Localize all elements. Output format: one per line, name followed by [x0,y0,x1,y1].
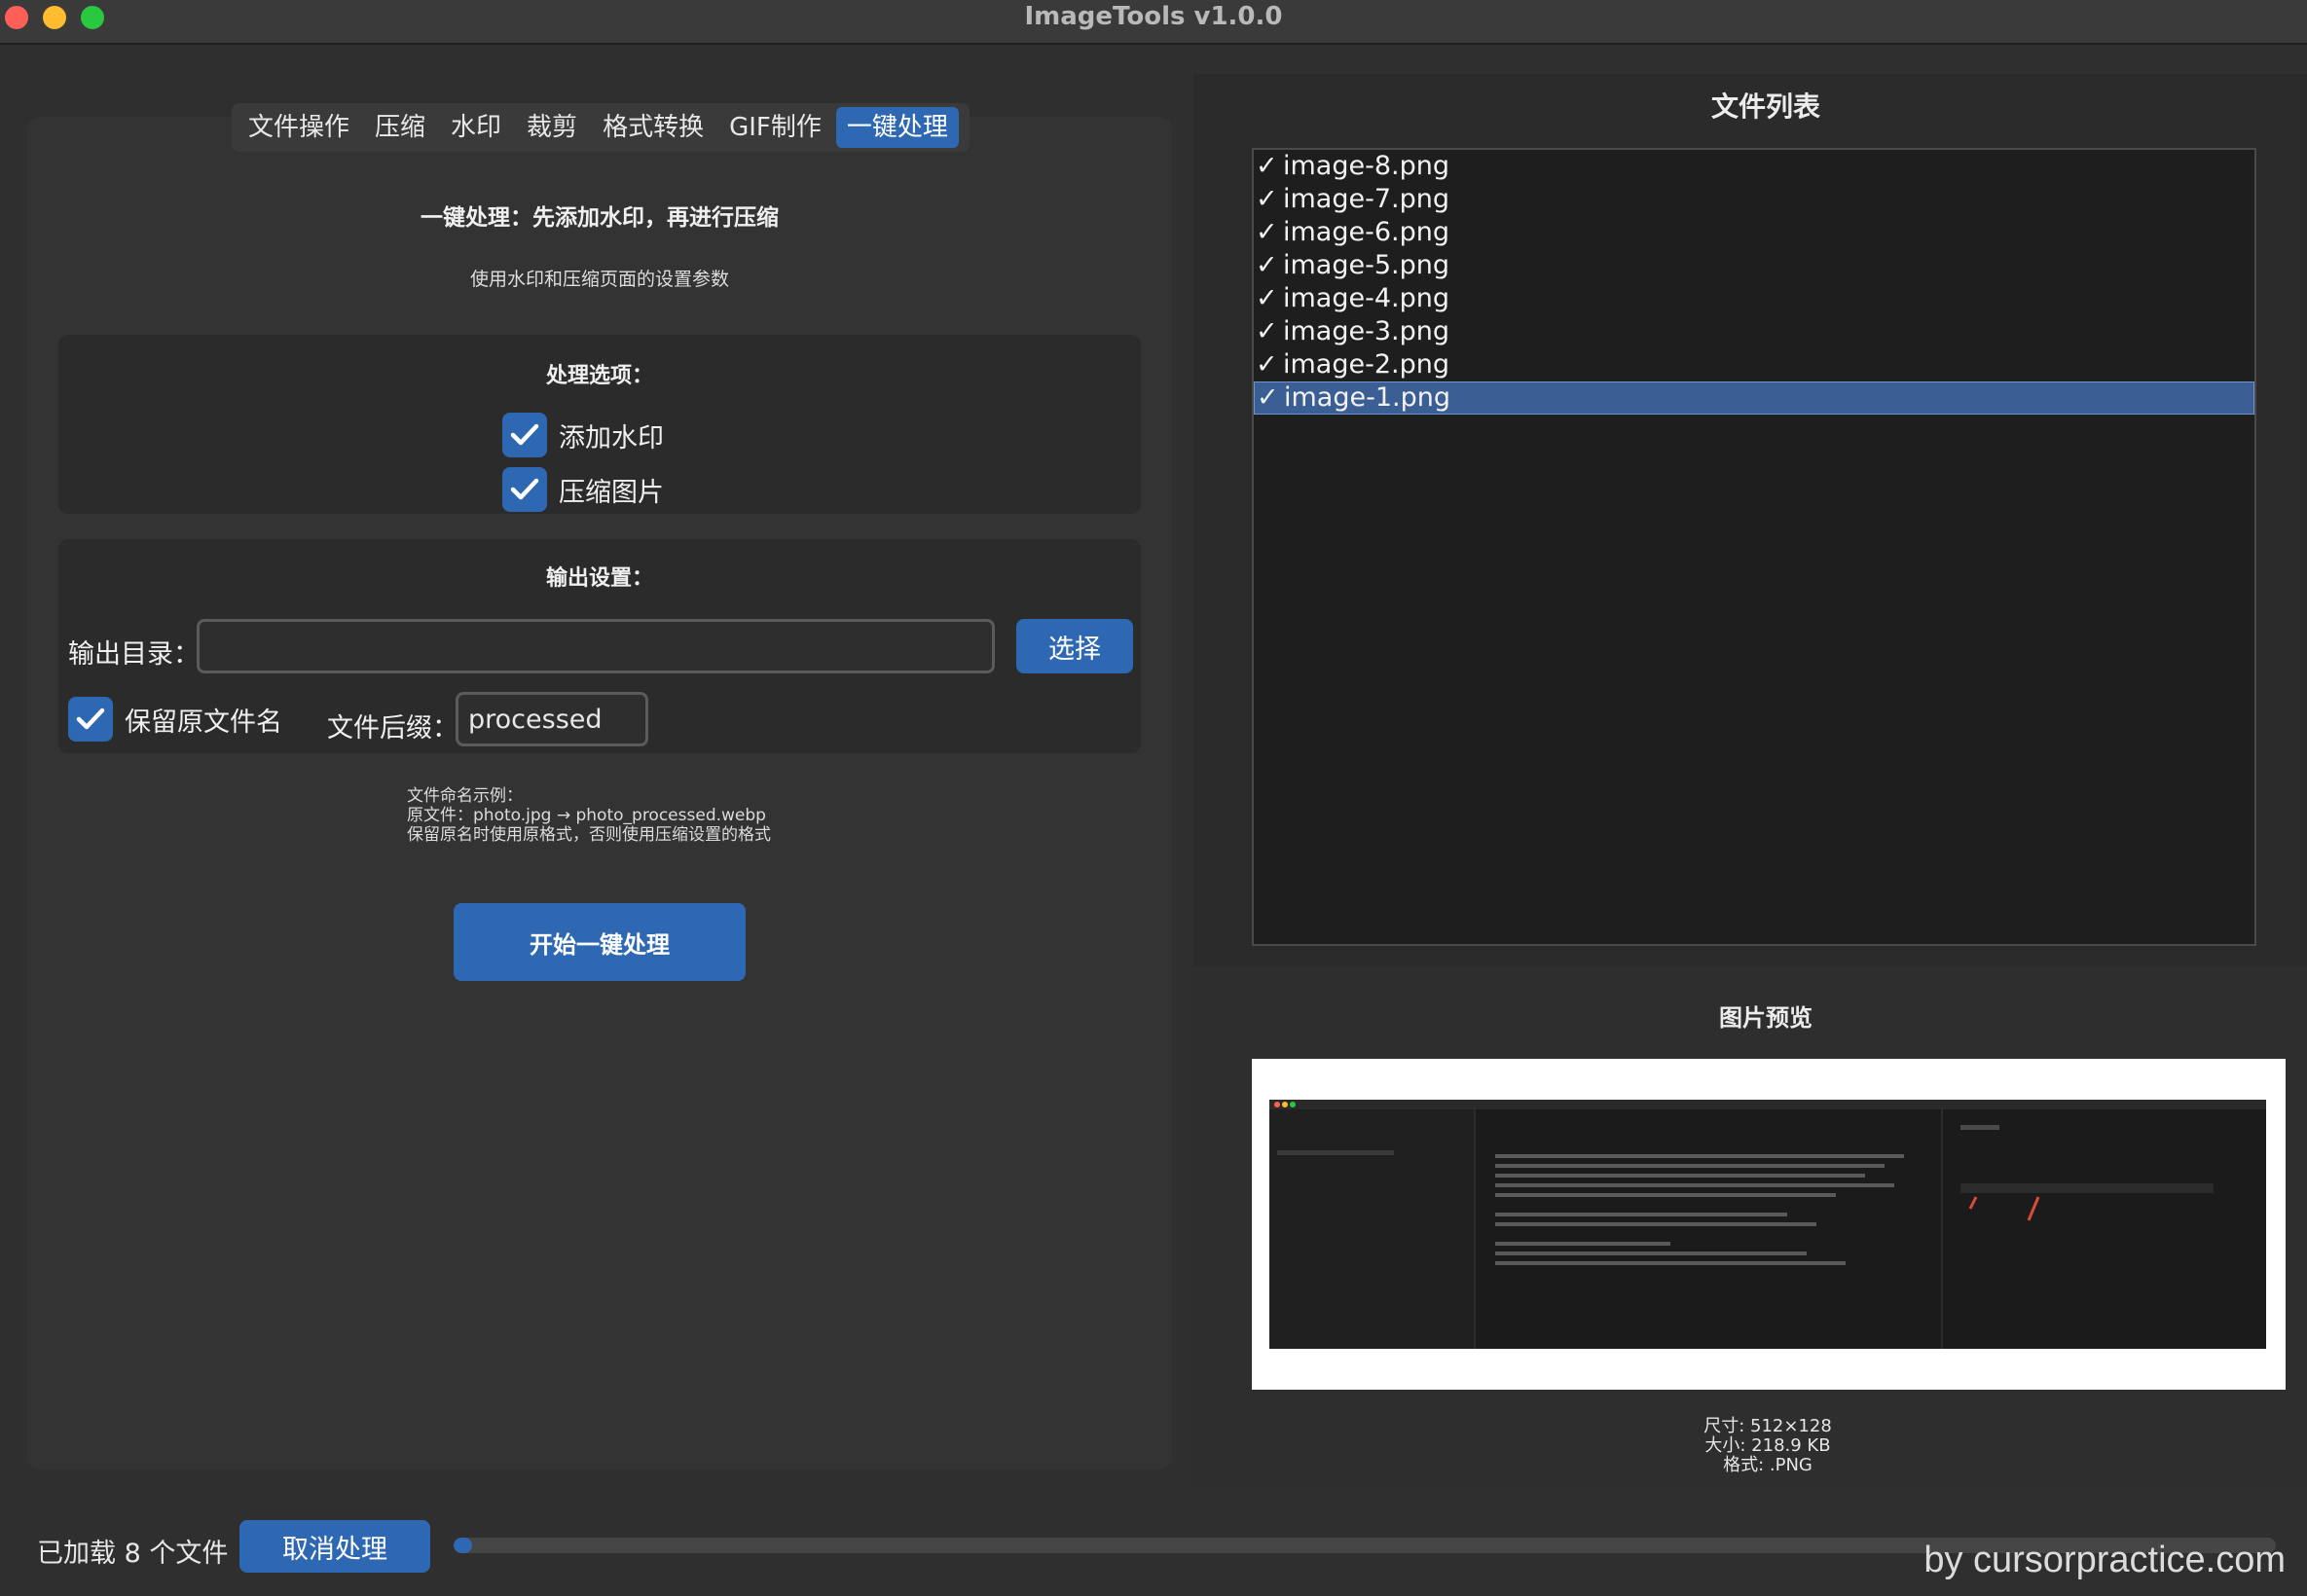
suffix-input[interactable] [456,692,648,746]
add-watermark-option[interactable]: 添加水印 [502,413,664,457]
tab-one-click[interactable]: 一键处理 [835,107,959,148]
preview-thumbnail-graphic [1269,1100,2266,1349]
file-list-item[interactable]: ✓ image-3.png [1254,315,2254,348]
page-title: 一键处理：先添加水印，再进行压缩 [421,205,779,231]
file-list-item[interactable]: ✓ image-4.png [1254,282,2254,315]
suffix-label: 文件后缀： [327,713,458,744]
output-dir-label: 输出目录： [68,639,200,670]
file-name: image-6.png [1283,217,1449,247]
tab-format-convert[interactable]: 格式转换 [592,107,714,148]
file-checked-icon: ✓ [1256,184,1278,214]
tab-watermark[interactable]: 水印 [440,107,512,148]
keep-filename-checkbox[interactable] [68,697,113,742]
file-list-title: 文件列表 [1710,91,1820,123]
tab-compress[interactable]: 压缩 [364,107,436,148]
file-checked-icon: ✓ [1256,349,1278,380]
loaded-files-status: 已加载 8 个文件 [37,1539,229,1569]
file-list-item[interactable]: ✓ image-1.png [1254,381,2254,415]
checkmark-icon [76,707,105,730]
keep-filename-label: 保留原文件名 [125,707,282,738]
file-checked-icon: ✓ [1256,250,1278,280]
add-watermark-checkbox[interactable] [502,413,547,457]
checkmark-icon [510,423,539,446]
tab-file-ops[interactable]: 文件操作 [238,107,360,148]
add-watermark-label: 添加水印 [559,422,664,453]
window-title: ImageTools v1.0.0 [1024,2,1283,31]
naming-example-title: 文件命名示例： [407,786,523,806]
file-checked-icon: ✓ [1256,316,1278,346]
naming-example-original: 原文件：photo.jpg → photo_processed.webp [407,806,766,825]
progress-fill [454,1538,472,1553]
compress-image-label: 压缩图片 [559,477,664,508]
preview-title: 图片预览 [1719,1004,1813,1032]
choose-dir-button[interactable]: 选择 [1016,619,1133,673]
file-checked-icon: ✓ [1256,283,1278,313]
file-checked-icon: ✓ [1257,382,1279,413]
file-name: image-5.png [1283,250,1449,280]
cancel-processing-button[interactable]: 取消处理 [239,1520,430,1573]
title-bar: ImageTools v1.0.0 [0,0,2307,45]
naming-example: 文件命名示例： 原文件：photo.jpg → photo_processed.… [407,786,771,845]
site-watermark: by cursorpractice.com [1923,1540,2286,1580]
file-name: image-3.png [1283,316,1449,346]
output-settings-title: 输出设置： [545,566,653,591]
file-list-item[interactable]: ✓ image-2.png [1254,348,2254,381]
tab-gif[interactable]: GIF制作 [718,107,832,148]
tab-bar: 文件操作 压缩 水印 裁剪 格式转换 GIF制作 一键处理 [232,103,970,152]
file-checked-icon: ✓ [1256,217,1278,247]
processing-options-title: 处理选项： [545,364,653,388]
file-name: image-4.png [1283,283,1449,313]
output-dir-input[interactable] [197,619,995,673]
file-list-item[interactable]: ✓ image-8.png [1254,150,2254,183]
page-subtitle: 使用水印和压缩页面的设置参数 [469,269,729,290]
file-name: image-7.png [1283,184,1449,214]
file-list-item[interactable]: ✓ image-7.png [1254,183,2254,216]
file-list-item[interactable]: ✓ image-6.png [1254,216,2254,249]
preview-screenshot-image [1269,1100,2266,1349]
naming-example-note: 保留原名时使用原格式，否则使用压缩设置的格式 [407,825,771,845]
image-dimensions: 尺寸: 512×128 [1703,1416,1832,1436]
file-list-item[interactable]: ✓ image-5.png [1254,249,2254,282]
start-processing-button[interactable]: 开始一键处理 [454,903,746,981]
file-name: image-1.png [1284,382,1450,413]
compress-image-checkbox[interactable] [502,467,547,512]
tab-crop[interactable]: 裁剪 [516,107,588,148]
file-checked-icon: ✓ [1256,151,1278,181]
file-name: image-8.png [1283,151,1449,181]
image-preview [1252,1059,2286,1390]
image-format: 格式: .PNG [1723,1455,1813,1475]
file-list[interactable]: ✓ image-8.png ✓ image-7.png ✓ image-6.png ✓ ima… [1252,148,2256,946]
compress-image-option[interactable]: 压缩图片 [502,467,664,512]
preview-info: 尺寸: 512×128 大小: 218.9 KB 格式: .PNG [1193,1417,2307,1475]
image-filesize: 大小: 218.9 KB [1704,1435,1831,1456]
checkmark-icon [510,478,539,500]
file-name: image-2.png [1283,349,1449,380]
keep-filename-option[interactable]: 保留原文件名 [68,697,282,742]
